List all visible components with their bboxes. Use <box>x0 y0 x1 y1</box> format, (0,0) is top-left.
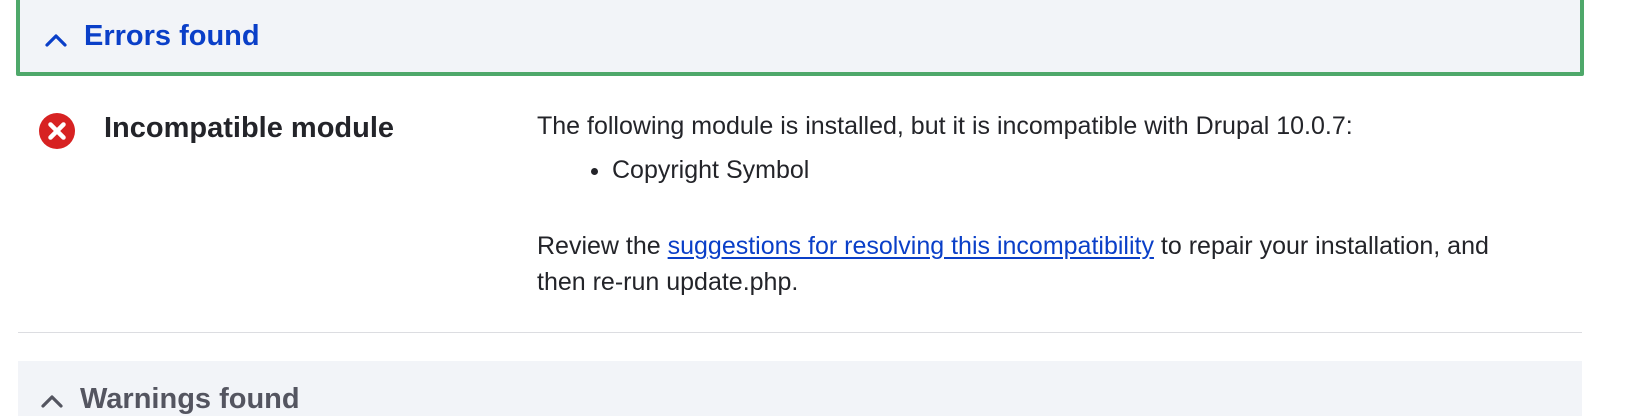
errors-found-summary[interactable]: Errors found <box>16 0 1584 76</box>
review-prefix: Review the <box>537 232 668 260</box>
module-list-item: Copyright Symbol <box>612 152 1517 188</box>
incompatible-module-list: Copyright Symbol <box>537 152 1517 188</box>
requirement-title: Incompatible module <box>104 112 395 144</box>
warnings-found-title: Warnings found <box>80 383 300 415</box>
warnings-found-summary[interactable]: Warnings found <box>18 361 1582 416</box>
incompatibility-message: The following module is installed, but i… <box>537 112 1353 140</box>
resolve-suggestions-link[interactable]: suggestions for resolving this incompati… <box>668 232 1154 260</box>
error-x-icon <box>39 113 75 149</box>
chevron-up-icon <box>45 34 67 47</box>
requirement-row: Incompatible module The following module… <box>18 84 1582 333</box>
requirement-description: The following module is installed, but i… <box>537 108 1517 300</box>
chevron-up-icon <box>41 395 63 408</box>
update-status-page: Errors found Incompatible module The fol… <box>0 0 1636 416</box>
errors-found-title: Errors found <box>84 20 260 52</box>
review-message: Review the suggestions for resolving thi… <box>537 228 1497 300</box>
